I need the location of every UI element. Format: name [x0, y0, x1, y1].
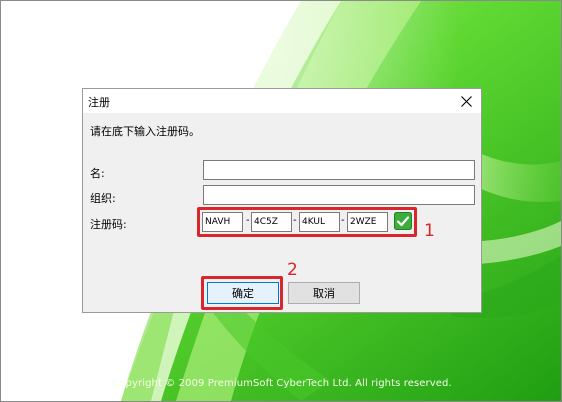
annotation-marker-2: 2: [287, 260, 298, 280]
name-label: 名:: [90, 167, 105, 180]
code-highlight-box: [197, 207, 417, 237]
close-icon: [460, 95, 472, 107]
organization-field[interactable]: [203, 185, 475, 205]
registration-code-label: 注册码:: [90, 218, 127, 231]
ok-highlight-box: [201, 276, 283, 310]
annotation-marker-1: 1: [424, 221, 435, 241]
splash-screen: Copyright © 2009 PremiumSoft CyberTech L…: [0, 0, 562, 402]
org-label: 组织:: [90, 192, 116, 205]
close-button[interactable]: [451, 89, 481, 113]
dialog-title: 注册: [88, 96, 110, 109]
copyright-text: Copyright © 2009 PremiumSoft CyberTech L…: [112, 378, 452, 389]
registration-dialog: 注册 请在底下输入注册码。 名: 组织: 注册码: - - - 1 确定 取消: [82, 88, 482, 313]
dialog-titlebar: 注册: [83, 89, 481, 113]
registration-prompt: 请在底下输入注册码。: [90, 125, 200, 138]
name-field[interactable]: [203, 160, 475, 180]
cancel-button[interactable]: 取消: [288, 282, 360, 304]
